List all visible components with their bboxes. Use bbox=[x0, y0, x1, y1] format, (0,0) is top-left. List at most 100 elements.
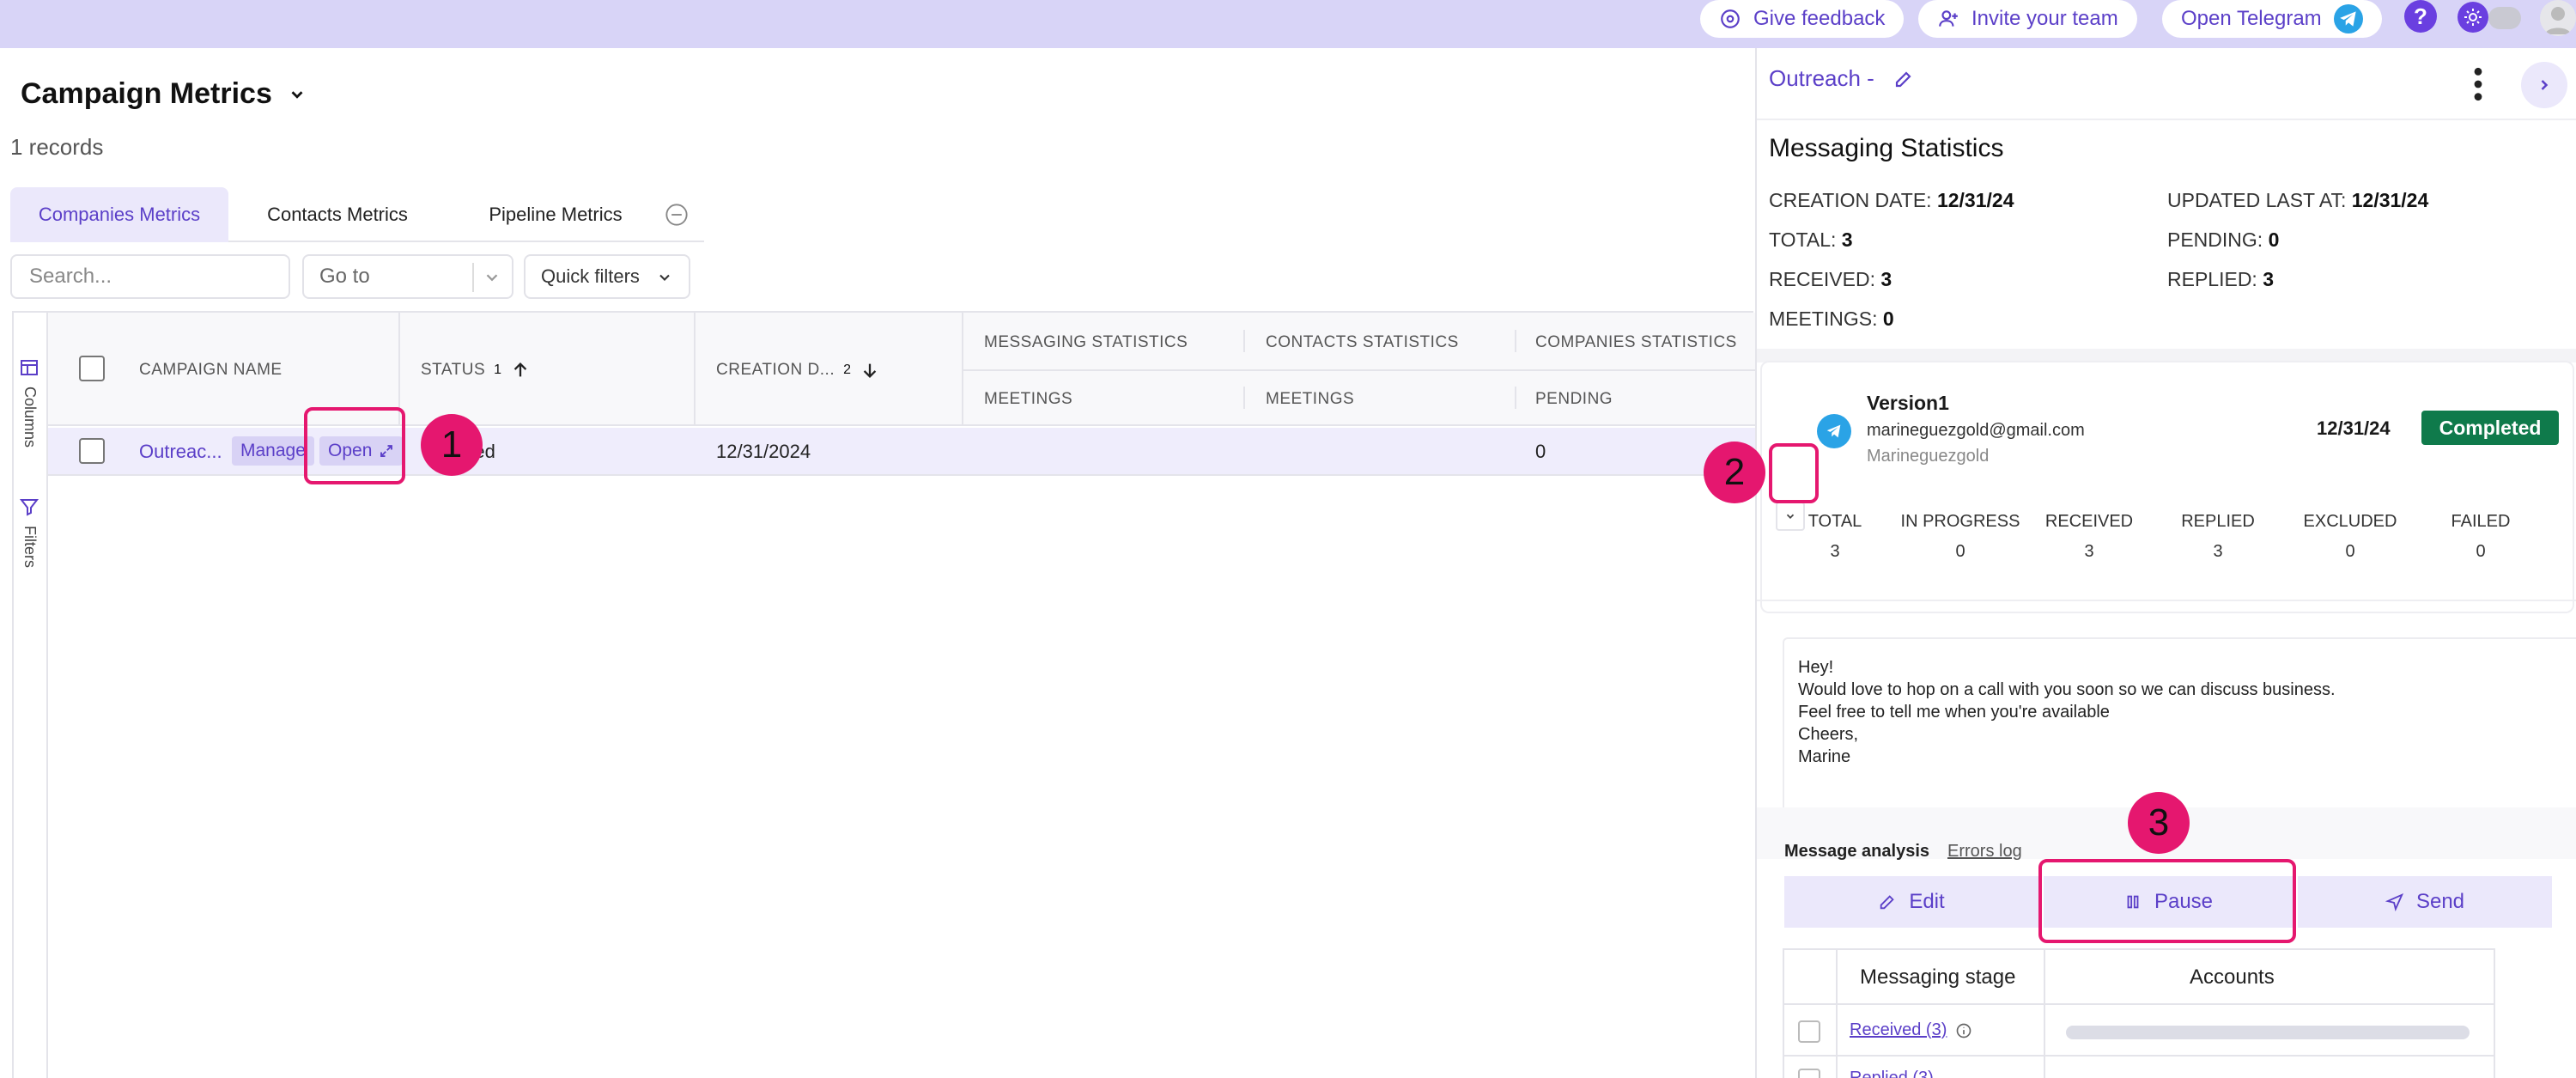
replied-field: REPLIED: 3 bbox=[2167, 268, 2274, 291]
column-divider[interactable] bbox=[694, 313, 696, 426]
stat-label: FAILED bbox=[2451, 512, 2511, 531]
section-title: Messaging Statistics bbox=[1769, 134, 2004, 162]
open-telegram-label: Open Telegram bbox=[2181, 7, 2322, 30]
message-preview: Hey! Would love to hop on a call with yo… bbox=[1783, 637, 2576, 821]
field-value: 12/31/24 bbox=[2351, 189, 2429, 211]
errors-log-link[interactable]: Errors log bbox=[1947, 842, 2022, 862]
sun-icon[interactable] bbox=[2458, 2, 2488, 33]
header-contacts-statistics[interactable]: CONTACTS STATISTICS bbox=[1266, 333, 1459, 352]
header-meetings[interactable]: MEETINGS bbox=[984, 390, 1072, 409]
annotation-badge-2: 2 bbox=[1704, 442, 1765, 503]
invite-team-label: Invite your team bbox=[1971, 7, 2118, 30]
data-grid: Columns Filters CAMPAIGN NAME STATUS 1 C… bbox=[12, 311, 1755, 1078]
quick-filters-button[interactable]: Quick filters bbox=[524, 254, 690, 299]
pending-cell: 0 bbox=[1535, 441, 1546, 462]
page-title[interactable]: Campaign Metrics bbox=[21, 77, 307, 111]
header-accounts: Accounts bbox=[2190, 965, 2275, 989]
field-label: TOTAL: bbox=[1769, 228, 1837, 251]
search-input[interactable]: Search... bbox=[10, 254, 290, 299]
header-messaging-stage: Messaging stage bbox=[1860, 965, 2016, 989]
columns-icon bbox=[21, 360, 38, 375]
version-stat: EXCLUDED 0 bbox=[2286, 512, 2415, 562]
campaign-name-link[interactable]: Outreac... bbox=[139, 428, 222, 476]
select-all-checkbox[interactable] bbox=[79, 356, 105, 381]
replied-stage-link[interactable]: Replied (3) bbox=[1850, 1069, 1934, 1078]
manage-label: Manage bbox=[240, 441, 306, 460]
version-stat: FAILED 0 bbox=[2416, 512, 2545, 562]
column-divider bbox=[1515, 330, 1516, 352]
version-stat: TOTAL 3 bbox=[1771, 512, 1899, 562]
stat-value: 0 bbox=[1955, 542, 1965, 561]
record-count: 1 records bbox=[10, 134, 104, 160]
annotation-badge-3: 3 bbox=[2128, 792, 2190, 854]
add-user-icon bbox=[1939, 10, 1958, 27]
help-icon[interactable]: ? bbox=[2404, 0, 2437, 33]
more-options-icon[interactable] bbox=[2470, 65, 2487, 107]
sort-order-badge: 2 bbox=[843, 362, 852, 377]
stat-value: 3 bbox=[2213, 542, 2223, 561]
tab-pipeline-metrics[interactable]: Pipeline Metrics bbox=[447, 187, 665, 242]
total-field: TOTAL: 3 bbox=[1769, 228, 1853, 252]
version-email: marineguezgold@gmail.com bbox=[1867, 421, 2085, 440]
manage-button[interactable]: Manage bbox=[232, 436, 314, 466]
filters-label: Filters bbox=[21, 526, 39, 568]
columns-toggle[interactable]: Columns bbox=[19, 357, 39, 448]
header-pending[interactable]: PENDING bbox=[1535, 390, 1613, 409]
theme-toggle[interactable] bbox=[2488, 7, 2521, 29]
stat-label: IN PROGRESS bbox=[1900, 512, 2020, 531]
collapse-panel-button[interactable] bbox=[2521, 62, 2567, 108]
goto-select[interactable]: Go to bbox=[302, 254, 513, 299]
pencil-icon bbox=[1880, 895, 1895, 910]
send-button[interactable]: Send bbox=[2298, 876, 2552, 928]
arrow-down-icon bbox=[863, 363, 876, 378]
stat-value: 3 bbox=[1830, 542, 1840, 561]
header-creation-date[interactable]: CREATION D... 2 bbox=[716, 361, 879, 380]
received-field: RECEIVED: 3 bbox=[1769, 268, 1892, 291]
row-checkbox[interactable] bbox=[79, 438, 105, 464]
chevron-down-icon bbox=[659, 274, 670, 281]
row-checkbox[interactable] bbox=[1798, 1069, 1820, 1078]
stat-value: 3 bbox=[2084, 542, 2094, 561]
edit-label: Edit bbox=[1909, 890, 1945, 913]
creation-date-field: CREATION DATE: 12/31/24 bbox=[1769, 189, 2014, 212]
header-meetings[interactable]: MEETINGS bbox=[1266, 390, 1354, 409]
add-tab-icon[interactable] bbox=[665, 203, 689, 231]
header-status[interactable]: STATUS 1 bbox=[421, 361, 530, 380]
edit-button[interactable]: Edit bbox=[1784, 876, 2038, 928]
pencil-icon[interactable] bbox=[1893, 69, 1914, 89]
tab-companies-metrics[interactable]: Companies Metrics bbox=[10, 187, 228, 242]
row-checkbox[interactable] bbox=[1798, 1020, 1820, 1043]
column-divider bbox=[1243, 330, 1245, 352]
telegram-icon bbox=[1817, 414, 1851, 448]
version-stat: REPLIED 3 bbox=[2154, 512, 2282, 562]
header-messaging-statistics[interactable]: MESSAGING STATISTICS bbox=[984, 333, 1188, 352]
send-icon bbox=[2385, 892, 2404, 911]
tab-contacts-metrics[interactable]: Contacts Metrics bbox=[228, 187, 447, 242]
avatar[interactable] bbox=[2540, 0, 2576, 36]
received-stage-label: Received (3) bbox=[1850, 1020, 1947, 1039]
divider bbox=[1757, 119, 2576, 120]
field-label: UPDATED LAST AT: bbox=[2167, 189, 2347, 211]
columns-label: Columns bbox=[21, 387, 39, 448]
filters-toggle[interactable]: Filters bbox=[19, 496, 39, 568]
received-stage-link[interactable]: Received (3) bbox=[1850, 1020, 1972, 1040]
quick-filters-label: Quick filters bbox=[541, 265, 640, 287]
field-value: 3 bbox=[1841, 228, 1853, 251]
header-companies-statistics[interactable]: COMPANIES STATISTICS bbox=[1535, 333, 1737, 352]
goto-label: Go to bbox=[319, 265, 370, 288]
telegram-icon bbox=[2333, 4, 2363, 33]
sort-order-badge: 1 bbox=[494, 362, 502, 377]
invite-team-button[interactable]: Invite your team bbox=[1918, 0, 2137, 38]
give-feedback-button[interactable]: Give feedback bbox=[1700, 0, 1905, 38]
grid-side-toolbar: Columns Filters bbox=[14, 313, 48, 1078]
field-value: 3 bbox=[1880, 268, 1893, 290]
meetings-field: MEETINGS: 0 bbox=[1769, 308, 1894, 331]
message-line: Feel free to tell me when you're availab… bbox=[1798, 703, 2110, 722]
page-title-label: Campaign Metrics bbox=[21, 77, 272, 110]
open-telegram-button[interactable]: Open Telegram bbox=[2162, 0, 2382, 38]
message-analysis-link[interactable]: Message analysis bbox=[1784, 842, 1929, 862]
field-label: CREATION DATE: bbox=[1769, 189, 1932, 211]
stat-label: EXCLUDED bbox=[2303, 512, 2397, 531]
stat-value: 0 bbox=[2345, 542, 2355, 561]
header-campaign-name[interactable]: CAMPAIGN NAME bbox=[139, 361, 283, 380]
